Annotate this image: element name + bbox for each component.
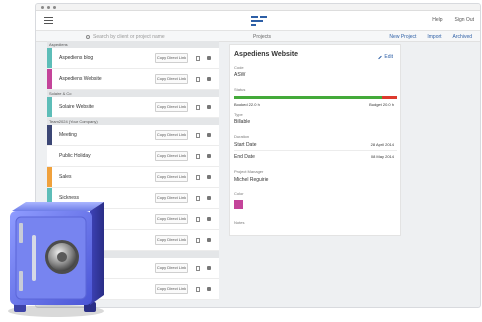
search-placeholder: Search by client or project name	[93, 34, 165, 40]
project-title: Aspediens Website	[234, 51, 299, 58]
divider	[234, 150, 397, 151]
manager-value: Michel Reguirie	[234, 177, 269, 183]
duplicate-icon[interactable]	[196, 175, 200, 180]
project-color-stripe	[47, 69, 52, 89]
copy-direct-link-button[interactable]: Copy Direct Link	[155, 130, 188, 140]
code-value: ASW	[234, 72, 246, 78]
menu-icon[interactable]	[44, 17, 53, 24]
copy-direct-link-button[interactable]: Copy Direct Link	[155, 74, 188, 84]
archive-icon[interactable]	[207, 287, 211, 291]
archive-icon[interactable]	[207, 77, 211, 81]
archive-icon[interactable]	[207, 266, 211, 270]
archive-icon[interactable]	[207, 154, 211, 158]
sign-out-link[interactable]: Sign Out	[455, 17, 474, 23]
project-color-stripe	[47, 125, 52, 145]
project-name: Aspediens Website	[59, 76, 102, 82]
duplicate-icon[interactable]	[196, 217, 200, 222]
copy-direct-link-button[interactable]: Copy Direct Link	[155, 263, 188, 273]
duplicate-icon[interactable]	[196, 56, 200, 61]
search-input[interactable]: Search by client or project name	[86, 34, 165, 40]
archive-icon[interactable]	[207, 196, 211, 200]
help-link[interactable]: Help	[432, 17, 442, 23]
project-row[interactable]: Aspediens Website Copy Direct Link	[47, 69, 219, 90]
color-label: Color	[234, 191, 244, 196]
project-color-stripe	[47, 167, 52, 187]
copy-direct-link-button[interactable]: Copy Direct Link	[155, 53, 188, 63]
page-title: Projects	[253, 34, 272, 40]
copy-direct-link-button[interactable]: Copy Direct Link	[155, 193, 188, 203]
edit-label: Edit	[384, 54, 393, 60]
budget-hours: Budget 20.0 h	[369, 102, 394, 107]
archive-icon[interactable]	[207, 56, 211, 60]
duplicate-icon[interactable]	[196, 196, 200, 201]
search-icon	[86, 35, 90, 39]
start-date-label: Start Date	[234, 142, 257, 148]
safe-icon	[8, 202, 104, 317]
project-name: Solaire Website	[59, 104, 94, 110]
project-detail-panel: Aspediens Website Edit Code ASW Status B…	[229, 44, 401, 236]
project-row[interactable]: Meeting Copy Direct Link	[47, 125, 219, 146]
project-name: Public Holiday	[59, 153, 91, 159]
minimize-window-dot[interactable]	[47, 5, 50, 9]
duplicate-icon[interactable]	[196, 287, 200, 292]
color-swatch[interactable]	[234, 200, 243, 209]
end-date-value: 08 May 2014	[370, 154, 394, 159]
zoom-window-dot[interactable]	[53, 5, 56, 9]
brand-logo-icon[interactable]	[251, 16, 267, 26]
type-value: Billable	[234, 119, 251, 125]
edit-button[interactable]: Edit	[378, 54, 393, 60]
project-color-stripe	[47, 97, 52, 117]
duplicate-icon[interactable]	[196, 133, 200, 138]
archive-icon[interactable]	[207, 175, 211, 179]
copy-direct-link-button[interactable]: Copy Direct Link	[155, 235, 188, 245]
client-group-header: Aspediens	[47, 41, 219, 48]
code-label: Code	[234, 65, 244, 70]
project-color-stripe	[47, 48, 52, 68]
title-bar	[36, 4, 480, 11]
notes-label: Notes	[234, 220, 245, 225]
archive-icon[interactable]	[207, 133, 211, 137]
copy-direct-link-button[interactable]: Copy Direct Link	[155, 214, 188, 224]
app-header: Help Sign Out	[36, 11, 480, 31]
project-row[interactable]: Sales Copy Direct Link	[47, 167, 219, 188]
duplicate-icon[interactable]	[196, 266, 200, 271]
project-row[interactable]: Aspediens blog Copy Direct Link	[47, 48, 219, 69]
duplicate-icon[interactable]	[196, 238, 200, 243]
budget-progress-bar	[234, 96, 397, 99]
project-name: Aspediens blog	[59, 55, 94, 61]
budget-overrun-bar	[382, 96, 397, 99]
project-row[interactable]: Public Holiday Copy Direct Link	[47, 146, 219, 167]
duplicate-icon[interactable]	[196, 154, 200, 159]
duplicate-icon[interactable]	[196, 77, 200, 82]
copy-direct-link-button[interactable]: Copy Direct Link	[155, 151, 188, 161]
project-name: Meeting	[59, 132, 77, 138]
client-group-header: Solaire & Co	[47, 90, 219, 97]
project-name: Sales	[59, 174, 72, 180]
end-date-label: End Date	[234, 154, 255, 160]
type-label: Type	[234, 112, 243, 117]
client-group-header: Team2024 (Your Company)	[47, 118, 219, 125]
archive-icon[interactable]	[207, 105, 211, 109]
duration-label: Duration	[234, 134, 250, 139]
duplicate-icon[interactable]	[196, 105, 200, 110]
close-window-dot[interactable]	[41, 5, 44, 9]
manager-label: Project Manager	[234, 169, 264, 174]
archive-icon[interactable]	[207, 238, 211, 242]
booked-hours: Booked 22.0 h	[234, 102, 260, 107]
start-date-value: 28 April 2014	[370, 142, 394, 147]
copy-direct-link-button[interactable]: Copy Direct Link	[155, 102, 188, 112]
project-color-stripe	[47, 146, 52, 166]
copy-direct-link-button[interactable]: Copy Direct Link	[155, 172, 188, 182]
pencil-icon	[378, 55, 383, 59]
new-project-link[interactable]: New Project	[389, 34, 416, 40]
import-link[interactable]: Import	[427, 34, 441, 40]
status-label: Status	[234, 87, 246, 92]
copy-direct-link-button[interactable]: Copy Direct Link	[155, 284, 188, 294]
archived-link[interactable]: Archived	[453, 34, 472, 40]
project-row[interactable]: Solaire Website Copy Direct Link	[47, 97, 219, 118]
archive-icon[interactable]	[207, 217, 211, 221]
